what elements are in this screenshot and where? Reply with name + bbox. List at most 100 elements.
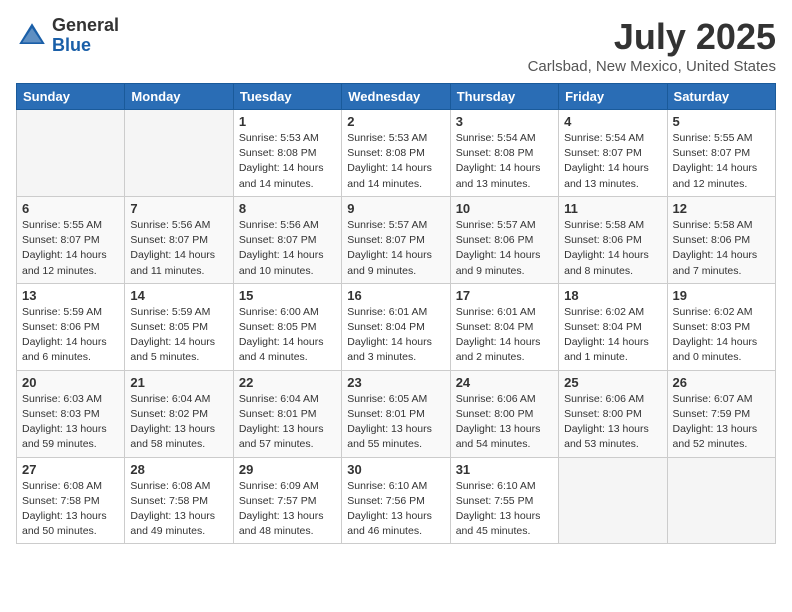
calendar-cell: 4 Sunrise: 5:54 AM Sunset: 8:07 PM Daylig… — [559, 110, 667, 197]
day-number: 18 — [564, 288, 661, 303]
title-block: July 2025 Carlsbad, New Mexico, United S… — [528, 16, 776, 75]
day-info: Sunrise: 6:10 AM Sunset: 7:56 PM Dayligh… — [347, 479, 444, 540]
calendar-cell: 8 Sunrise: 5:56 AM Sunset: 8:07 PM Daylig… — [233, 196, 341, 283]
day-info: Sunrise: 5:56 AM Sunset: 8:07 PM Dayligh… — [239, 218, 336, 279]
day-number: 25 — [564, 375, 661, 390]
day-info: Sunrise: 5:55 AM Sunset: 8:07 PM Dayligh… — [22, 218, 119, 279]
week-row-3: 13Sunrise: 5:59 AM Sunset: 8:06 PM Dayli… — [17, 283, 776, 370]
calendar-cell: 29 Sunrise: 6:09 AM Sunset: 7:57 PM Dayli… — [233, 457, 341, 544]
day-number: 4 — [564, 114, 661, 129]
week-row-4: 20 Sunrise: 6:03 AM Sunset: 8:03 PM Dayli… — [17, 370, 776, 457]
day-number: 17 — [456, 288, 553, 303]
day-info: Sunrise: 6:03 AM Sunset: 8:03 PM Dayligh… — [22, 392, 119, 453]
day-info: Sunrise: 6:08 AM Sunset: 7:58 PM Dayligh… — [22, 479, 119, 540]
day-number: 3 — [456, 114, 553, 129]
day-info: Sunrise: 6:02 AM Sunset: 8:04 PM Dayligh… — [564, 305, 661, 366]
calendar-cell: 6 Sunrise: 5:55 AM Sunset: 8:07 PM Daylig… — [17, 196, 125, 283]
day-number: 14 — [130, 288, 227, 303]
calendar-cell — [125, 110, 233, 197]
day-number: 22 — [239, 375, 336, 390]
week-row-5: 27Sunrise: 6:08 AM Sunset: 7:58 PM Dayli… — [17, 457, 776, 544]
day-info: Sunrise: 5:54 AM Sunset: 8:08 PM Dayligh… — [456, 131, 553, 192]
calendar-cell: 23 Sunrise: 6:05 AM Sunset: 8:01 PM Dayli… — [342, 370, 450, 457]
day-info: Sunrise: 6:00 AM Sunset: 8:05 PM Dayligh… — [239, 305, 336, 366]
weekday-header-tuesday: Tuesday — [233, 84, 341, 110]
day-number: 31 — [456, 462, 553, 477]
day-number: 28 — [130, 462, 227, 477]
logo-general: General — [52, 16, 119, 36]
day-number: 8 — [239, 201, 336, 216]
day-number: 16 — [347, 288, 444, 303]
logo-text: General Blue — [52, 16, 119, 56]
month-title: July 2025 — [528, 16, 776, 58]
day-number: 2 — [347, 114, 444, 129]
day-info: Sunrise: 6:09 AM Sunset: 7:57 PM Dayligh… — [239, 479, 336, 540]
calendar-cell: 5 Sunrise: 5:55 AM Sunset: 8:07 PM Daylig… — [667, 110, 775, 197]
day-number: 6 — [22, 201, 119, 216]
day-number: 11 — [564, 201, 661, 216]
day-info: Sunrise: 5:54 AM Sunset: 8:07 PM Dayligh… — [564, 131, 661, 192]
day-info: Sunrise: 6:01 AM Sunset: 8:04 PM Dayligh… — [456, 305, 553, 366]
day-info: Sunrise: 5:59 AM Sunset: 8:06 PM Dayligh… — [22, 305, 119, 366]
calendar-cell: 15 Sunrise: 6:00 AM Sunset: 8:05 PM Dayli… — [233, 283, 341, 370]
day-info: Sunrise: 5:57 AM Sunset: 8:07 PM Dayligh… — [347, 218, 444, 279]
calendar-cell: 26Sunrise: 6:07 AM Sunset: 7:59 PM Dayli… — [667, 370, 775, 457]
day-info: Sunrise: 5:57 AM Sunset: 8:06 PM Dayligh… — [456, 218, 553, 279]
calendar-cell: 20 Sunrise: 6:03 AM Sunset: 8:03 PM Dayli… — [17, 370, 125, 457]
day-info: Sunrise: 6:06 AM Sunset: 8:00 PM Dayligh… — [456, 392, 553, 453]
calendar-cell: 18 Sunrise: 6:02 AM Sunset: 8:04 PM Dayli… — [559, 283, 667, 370]
day-info: Sunrise: 6:08 AM Sunset: 7:58 PM Dayligh… — [130, 479, 227, 540]
day-number: 21 — [130, 375, 227, 390]
calendar-cell: 17 Sunrise: 6:01 AM Sunset: 8:04 PM Dayli… — [450, 283, 558, 370]
day-info: Sunrise: 6:05 AM Sunset: 8:01 PM Dayligh… — [347, 392, 444, 453]
day-number: 12 — [673, 201, 770, 216]
day-info: Sunrise: 5:55 AM Sunset: 8:07 PM Dayligh… — [673, 131, 770, 192]
week-row-1: 1Sunrise: 5:53 AM Sunset: 8:08 PM Daylig… — [17, 110, 776, 197]
weekday-header-saturday: Saturday — [667, 84, 775, 110]
calendar-cell: 22 Sunrise: 6:04 AM Sunset: 8:01 PM Dayli… — [233, 370, 341, 457]
day-number: 19 — [673, 288, 770, 303]
day-number: 29 — [239, 462, 336, 477]
calendar-cell — [559, 457, 667, 544]
day-number: 23 — [347, 375, 444, 390]
calendar-cell: 2Sunrise: 5:53 AM Sunset: 8:08 PM Daylig… — [342, 110, 450, 197]
day-number: 20 — [22, 375, 119, 390]
calendar-cell: 27Sunrise: 6:08 AM Sunset: 7:58 PM Dayli… — [17, 457, 125, 544]
page-header: General Blue July 2025 Carlsbad, New Mex… — [16, 16, 776, 75]
day-number: 30 — [347, 462, 444, 477]
calendar-cell — [17, 110, 125, 197]
day-info: Sunrise: 6:04 AM Sunset: 8:01 PM Dayligh… — [239, 392, 336, 453]
weekday-header-friday: Friday — [559, 84, 667, 110]
calendar-cell: 12Sunrise: 5:58 AM Sunset: 8:06 PM Dayli… — [667, 196, 775, 283]
weekday-header-wednesday: Wednesday — [342, 84, 450, 110]
day-info: Sunrise: 5:59 AM Sunset: 8:05 PM Dayligh… — [130, 305, 227, 366]
calendar-table: SundayMondayTuesdayWednesdayThursdayFrid… — [16, 83, 776, 544]
calendar-cell: 11Sunrise: 5:58 AM Sunset: 8:06 PM Dayli… — [559, 196, 667, 283]
day-info: Sunrise: 6:02 AM Sunset: 8:03 PM Dayligh… — [673, 305, 770, 366]
logo: General Blue — [16, 16, 119, 56]
day-info: Sunrise: 5:53 AM Sunset: 8:08 PM Dayligh… — [239, 131, 336, 192]
weekday-header-monday: Monday — [125, 84, 233, 110]
day-info: Sunrise: 6:10 AM Sunset: 7:55 PM Dayligh… — [456, 479, 553, 540]
calendar-cell: 19 Sunrise: 6:02 AM Sunset: 8:03 PM Dayli… — [667, 283, 775, 370]
day-number: 7 — [130, 201, 227, 216]
day-number: 5 — [673, 114, 770, 129]
calendar-cell: 1Sunrise: 5:53 AM Sunset: 8:08 PM Daylig… — [233, 110, 341, 197]
calendar-cell — [667, 457, 775, 544]
day-number: 15 — [239, 288, 336, 303]
day-info: Sunrise: 5:56 AM Sunset: 8:07 PM Dayligh… — [130, 218, 227, 279]
calendar-cell: 3 Sunrise: 5:54 AM Sunset: 8:08 PM Daylig… — [450, 110, 558, 197]
weekday-header-row: SundayMondayTuesdayWednesdayThursdayFrid… — [17, 84, 776, 110]
day-info: Sunrise: 6:04 AM Sunset: 8:02 PM Dayligh… — [130, 392, 227, 453]
day-number: 10 — [456, 201, 553, 216]
calendar-cell: 25 Sunrise: 6:06 AM Sunset: 8:00 PM Dayli… — [559, 370, 667, 457]
day-number: 9 — [347, 201, 444, 216]
week-row-2: 6 Sunrise: 5:55 AM Sunset: 8:07 PM Daylig… — [17, 196, 776, 283]
calendar-cell: 7 Sunrise: 5:56 AM Sunset: 8:07 PM Daylig… — [125, 196, 233, 283]
weekday-header-thursday: Thursday — [450, 84, 558, 110]
day-info: Sunrise: 6:06 AM Sunset: 8:00 PM Dayligh… — [564, 392, 661, 453]
calendar-cell: 28 Sunrise: 6:08 AM Sunset: 7:58 PM Dayli… — [125, 457, 233, 544]
day-info: Sunrise: 6:01 AM Sunset: 8:04 PM Dayligh… — [347, 305, 444, 366]
calendar-cell: 31 Sunrise: 6:10 AM Sunset: 7:55 PM Dayli… — [450, 457, 558, 544]
calendar-cell: 13Sunrise: 5:59 AM Sunset: 8:06 PM Dayli… — [17, 283, 125, 370]
